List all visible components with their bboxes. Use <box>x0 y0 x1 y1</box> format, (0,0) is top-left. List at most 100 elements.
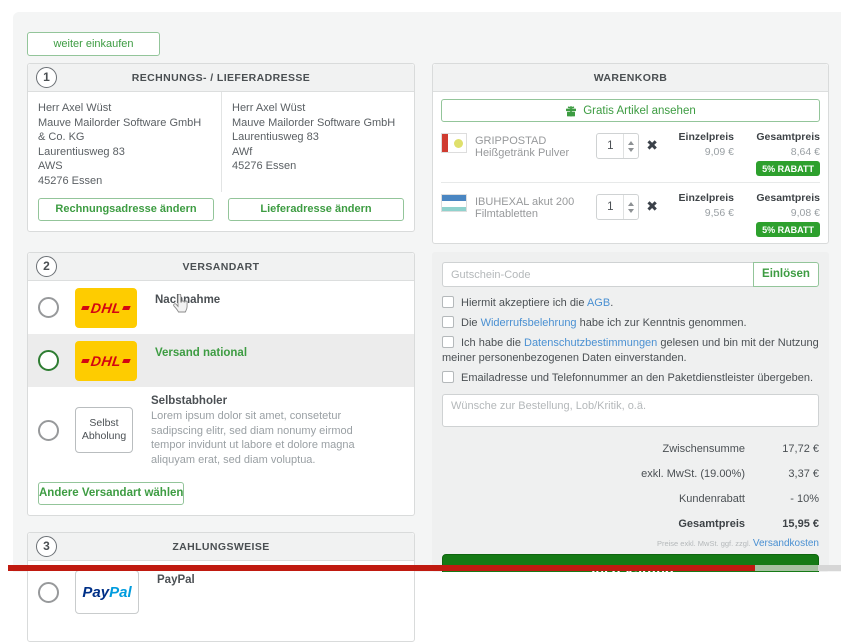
price-block: Einzelpreis Gesamtpreis 9,09 € 8,64 € 5%… <box>668 131 820 176</box>
dhl-logo: DHL <box>75 288 137 328</box>
free-items-button[interactable]: Gratis Artikel ansehen <box>441 99 820 122</box>
continue-shopping-button[interactable]: weiter einkaufen <box>27 32 160 56</box>
grand-total-row: Gesamtpreis 15,95 € <box>442 511 819 536</box>
radio-paypal[interactable] <box>38 582 59 603</box>
total-label: Gesamtpreis <box>442 518 745 530</box>
section-number-1: 1 <box>36 67 57 88</box>
total-price-label: Gesamtpreis <box>744 192 820 204</box>
shipping-address: Herr Axel Wüst Mauve Mailorder Software … <box>221 92 414 192</box>
dhl-dash-icon <box>81 306 89 310</box>
cart-header: WARENKORB <box>433 64 828 92</box>
paypal-logo-text: Pay <box>82 584 109 601</box>
shipping-section-title: VERSANDART <box>183 261 260 273</box>
cursor-pointer-icon <box>172 294 189 319</box>
total-value: 15,95 € <box>745 518 819 530</box>
video-progress-bar[interactable] <box>8 565 841 571</box>
checkbox-row-email-paket[interactable]: Emailadresse und Telefonnummer an den Pa… <box>442 371 819 386</box>
agb-link[interactable]: AGB <box>587 297 610 309</box>
total-price-value: 9,08 € <box>744 207 820 219</box>
remove-item-icon[interactable]: ✖ <box>646 137 658 154</box>
product-name: GRIPPOSTAD Heißgetränk Pulver <box>475 135 596 159</box>
progress-played-segment <box>8 565 755 571</box>
cart-item: GRIPPOSTAD Heißgetränk Pulver 1 ✖ Einzel… <box>441 122 820 182</box>
remove-item-icon[interactable]: ✖ <box>646 198 658 215</box>
unit-price-value: 9,09 € <box>668 146 734 158</box>
radio-nachnahme[interactable] <box>38 297 59 318</box>
free-items-label: Gratis Artikel ansehen <box>583 105 696 117</box>
totals-block: Zwischensumme 17,72 € exkl. MwSt. (19.00… <box>442 436 819 536</box>
spinner-up-icon[interactable] <box>628 141 634 145</box>
price-block: Einzelpreis Gesamtpreis 9,56 € 9,08 € 5%… <box>668 192 820 237</box>
total-price-value: 8,64 € <box>744 146 820 158</box>
cart-title: WARENKORB <box>594 72 668 84</box>
billing-line: 45276 Essen <box>38 174 211 189</box>
shipping-option-nachnahme[interactable]: DHL Nachnahme <box>28 281 414 334</box>
datenschutz-link[interactable]: Datenschutzbestimmungen <box>524 337 657 349</box>
billing-line: Herr Axel Wüst <box>38 101 211 116</box>
address-section-title: RECHNUNGS- / LIEFERADRESSE <box>132 72 310 84</box>
pickup-logo: Selbst Abholung <box>75 407 133 453</box>
spinner-up-icon[interactable] <box>628 202 634 206</box>
left-column: 1 RECHNUNGS- / LIEFERADRESSE Herr Axel W… <box>27 63 415 642</box>
checkbox-row-agb[interactable]: Hiermit akzeptiere ich die AGB. <box>442 296 819 311</box>
total-row: exkl. MwSt. (19.00%) 3,37 € <box>442 461 819 486</box>
product-name: IBUHEXAL akut 200 Filmtabletten <box>475 196 596 220</box>
checkbox-label: . <box>610 297 613 309</box>
total-row: Zwischensumme 17,72 € <box>442 436 819 461</box>
shipping-section-header: 2 VERSANDART <box>28 253 414 281</box>
radio-versand-national[interactable] <box>38 350 59 371</box>
checkbox[interactable] <box>442 316 454 328</box>
shipping-option-text: Selbstabholer Lorem ipsum dolor sit amet… <box>151 393 371 467</box>
spinner-down-icon[interactable] <box>628 148 634 152</box>
checkbox[interactable] <box>442 336 454 348</box>
shipping-option-versand-national[interactable]: DHL Versand national <box>28 334 414 387</box>
shipping-line: Herr Axel Wüst <box>232 101 404 116</box>
cart-section: WARENKORB Gratis Artikel ansehen GRIPPOS… <box>432 63 829 244</box>
shipping-costs-link[interactable]: Versandkosten <box>753 538 819 549</box>
shipping-line: AWf <box>232 145 404 160</box>
quantity-value[interactable]: 1 <box>597 195 623 219</box>
dhl-logo-text: DHL <box>90 353 123 369</box>
dhl-dash-icon <box>81 359 89 363</box>
quantity-value[interactable]: 1 <box>597 134 623 158</box>
shipping-option-label: Versand national <box>155 340 247 359</box>
billing-line: Mauve Mailorder Software GmbH & Co. KG <box>38 116 211 145</box>
total-value: 3,37 € <box>745 468 819 480</box>
payment-section: 3 ZAHLUNGSWEISE PayPal PayPal <box>27 532 415 642</box>
shipping-method-section: 2 VERSANDART DHL Nachnahme DHL <box>27 252 415 516</box>
price-footnote: Preise exkl. MwSt. ggf. zzgl. Versandkos… <box>442 538 819 549</box>
checkbox[interactable] <box>442 371 454 383</box>
total-label: Kundenrabatt <box>442 493 745 505</box>
cart-item: IBUHEXAL akut 200 Filmtabletten 1 ✖ Einz… <box>441 182 820 243</box>
shipping-line: Laurentiusweg 83 <box>232 130 404 145</box>
section-number-2: 2 <box>36 256 57 277</box>
quantity-stepper[interactable]: 1 <box>596 194 639 220</box>
discount-badge: 5% RABATT <box>756 161 820 176</box>
billing-address: Herr Axel Wüst Mauve Mailorder Software … <box>28 92 221 192</box>
consent-checkboxes: Hiermit akzeptiere ich die AGB. Die Wide… <box>442 296 819 386</box>
total-label: Zwischensumme <box>442 443 745 455</box>
gift-icon <box>565 105 577 117</box>
order-comment-textarea[interactable] <box>442 394 819 427</box>
redeem-voucher-button[interactable]: Einlösen <box>753 262 819 287</box>
total-price-label: Gesamtpreis <box>744 131 820 143</box>
billing-line: AWS <box>38 159 211 174</box>
voucher-code-input[interactable] <box>442 262 753 287</box>
total-value: 17,72 € <box>745 443 819 455</box>
change-shipping-method-button[interactable]: Andere Versandart wählen <box>38 482 184 505</box>
checkbox-row-datenschutz[interactable]: Ich habe die Datenschutzbestimmungen gel… <box>442 336 819 366</box>
footnote-text: Preise exkl. MwSt. ggf. zzgl. <box>657 539 753 548</box>
dhl-logo-text: DHL <box>90 300 123 316</box>
payment-section-title: ZAHLUNGSWEISE <box>172 541 269 553</box>
change-shipping-address-button[interactable]: Lieferadresse ändern <box>228 198 404 221</box>
radio-selbstabholer[interactable] <box>38 420 59 441</box>
total-row: Kundenrabatt - 10% <box>442 486 819 511</box>
spinner-down-icon[interactable] <box>628 209 634 213</box>
checkbox[interactable] <box>442 296 454 308</box>
widerruf-link[interactable]: Widerrufsbelehrung <box>481 317 577 329</box>
checkbox-row-widerruf[interactable]: Die Widerrufsbelehrung habe ich zur Kenn… <box>442 316 819 331</box>
shipping-option-selbstabholer[interactable]: Selbst Abholung Selbstabholer Lorem ipsu… <box>28 387 414 473</box>
quantity-stepper[interactable]: 1 <box>596 133 639 159</box>
change-billing-address-button[interactable]: Rechnungsadresse ändern <box>38 198 214 221</box>
dhl-dash-icon <box>122 306 130 310</box>
